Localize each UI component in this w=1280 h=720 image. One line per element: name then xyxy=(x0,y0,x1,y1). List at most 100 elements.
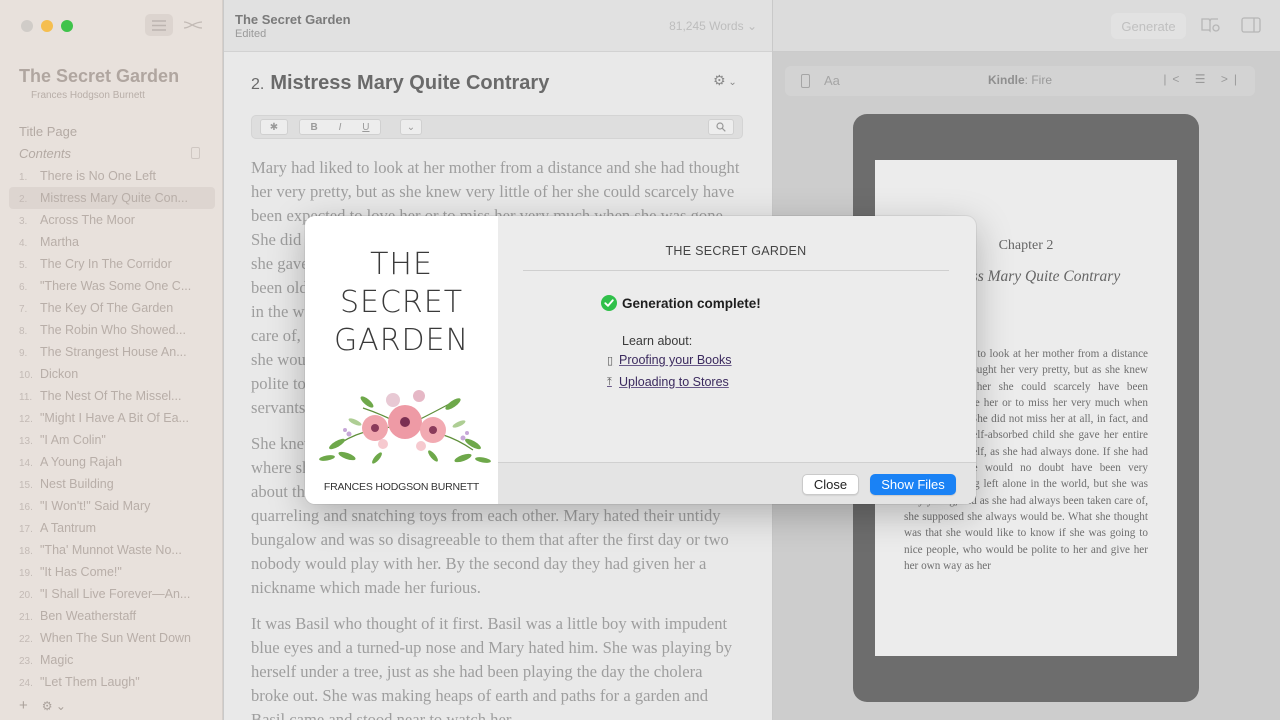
sidebar-chapter-item[interactable]: 12. "Might I Have A Bit Of Ea... xyxy=(9,407,215,429)
chapter-item-label: "Might I Have A Bit Of Ea... xyxy=(40,411,189,425)
sidebar-chapter-item[interactable]: 15. Nest Building xyxy=(9,473,215,495)
sidebar-book-title[interactable]: The Secret Garden xyxy=(19,66,179,87)
sidebar-item-title-page[interactable]: Title Page xyxy=(19,124,77,139)
sidebar-chapter-item[interactable]: 14. A Young Rajah xyxy=(9,451,215,473)
chapter-item-number: 15. xyxy=(19,480,33,491)
divider xyxy=(523,270,949,271)
chapter-item-label: There is No One Left xyxy=(40,169,157,183)
sidebar-chapter-item[interactable]: 7. The Key Of The Garden xyxy=(9,297,215,319)
sidebar-chapter-item[interactable]: 17. A Tantrum xyxy=(9,517,215,539)
chapter-item-number: 4. xyxy=(19,238,28,249)
sidebar-chapter-item[interactable]: 3. Across The Moor xyxy=(9,209,215,231)
chapter-number: 2. xyxy=(251,76,265,93)
sidebar-chapter-item[interactable]: 11. The Nest Of The Missel... xyxy=(9,385,215,407)
chapter-item-label: A Young Rajah xyxy=(40,455,123,469)
sidebar-chapter-item[interactable]: 23. Magic xyxy=(9,649,215,671)
paragraph: It was Basil who thought of it first. Ba… xyxy=(251,614,733,720)
sidebar-chapter-item[interactable]: 20. "I Shall Live Forever—An... xyxy=(9,583,215,605)
more-format-button[interactable]: ⌄ xyxy=(400,119,422,135)
sidebar-chapter-item[interactable]: 4. Martha xyxy=(9,231,215,253)
gear-icon: ⚙ xyxy=(713,72,726,88)
sidebar-format-button[interactable] xyxy=(182,16,204,34)
chapter-item-number: 21. xyxy=(19,612,33,623)
sidebar-chapter-item[interactable]: 1. There is No One Left xyxy=(9,165,215,187)
book-preview-button[interactable] xyxy=(1200,16,1222,34)
generate-button[interactable]: Generate xyxy=(1111,13,1186,39)
underline-button[interactable]: U xyxy=(362,122,369,133)
window-controls xyxy=(21,20,73,32)
chapter-item-number: 20. xyxy=(19,590,33,601)
sidebar-chapter-item[interactable]: 13. "I Am Colin" xyxy=(9,429,215,451)
bold-button[interactable]: B xyxy=(310,122,317,133)
phone-icon: ▯ xyxy=(607,354,614,367)
chapter-item-label: "Tha' Munnot Waste No... xyxy=(40,543,182,557)
sidebar-chapter-item[interactable]: 5. The Cry In The Corridor xyxy=(9,253,215,275)
word-count-menu[interactable]: 81,245 Words ⌄ xyxy=(669,19,757,33)
sidebar-chapter-item[interactable]: 9. The Strangest House An... xyxy=(9,341,215,363)
page-navigation[interactable]: |< ☰ >| xyxy=(1163,72,1243,86)
chapter-item-label: "Let Them Laugh" xyxy=(40,675,140,689)
close-button[interactable]: Close xyxy=(802,474,859,495)
sidebar-chapter-item[interactable]: 22. When The Sun Went Down xyxy=(9,627,215,649)
sidebar-chapter-item[interactable]: 19. "It Has Come!" xyxy=(9,561,215,583)
chapter-settings-button[interactable]: ⚙ ⌄ xyxy=(713,72,737,89)
chapter-item-label: Across The Moor xyxy=(40,213,135,227)
chevron-down-icon: ⌄ xyxy=(406,121,416,133)
upload-icon: ⤒ xyxy=(607,375,612,388)
sidebar-right-icon xyxy=(1241,17,1261,33)
proofing-books-link[interactable]: ▯ Proofing your Books xyxy=(607,353,732,367)
flower-bouquet-illustration xyxy=(319,390,491,464)
generation-status: Generation complete! xyxy=(601,295,761,311)
book-search-icon xyxy=(1201,18,1220,33)
sidebar-chapter-item[interactable]: 6. "There Was Some One C... xyxy=(9,275,215,297)
dialog-content: THE SECRET GARDEN Generation complete! L… xyxy=(498,216,976,462)
sidebar-chapter-item[interactable]: 10. Dickon xyxy=(9,363,215,385)
chapter-item-label: The Strangest House An... xyxy=(40,345,187,359)
chapter-item-number: 22. xyxy=(19,634,33,645)
chapter-item-label: "There Was Some One C... xyxy=(40,279,192,293)
show-files-button[interactable]: Show Files xyxy=(870,474,956,495)
chapter-list: 1. There is No One Left 2. Mistress Mary Qu… xyxy=(9,165,215,693)
sidebar-list-toggle-button[interactable] xyxy=(145,14,173,36)
text-style-group: B I U xyxy=(299,119,381,135)
sidebar-chapter-item[interactable]: 2. Mistress Mary Quite Con... xyxy=(9,187,215,209)
search-button[interactable] xyxy=(708,119,734,135)
chapter-item-label: Ben Weatherstaff xyxy=(40,609,137,623)
minimize-window-button[interactable] xyxy=(41,20,53,32)
style-menu-button[interactable]: ✱ xyxy=(260,119,288,135)
chapter-item-number: 1. xyxy=(19,172,28,183)
chapter-item-label: Nest Building xyxy=(40,477,114,491)
sidebar-chapter-item[interactable]: 8. The Robin Who Showed... xyxy=(9,319,215,341)
generation-status-text: Generation complete! xyxy=(622,295,761,311)
add-chapter-button[interactable]: + xyxy=(19,697,28,714)
word-count-label: 81,245 Words xyxy=(669,19,744,33)
chapter-item-number: 14. xyxy=(19,458,33,469)
uploading-stores-link[interactable]: ⤒ Uploading to Stores xyxy=(607,375,729,389)
sidebar-chapter-item[interactable]: 24. "Let Them Laugh" xyxy=(9,671,215,693)
italic-button[interactable]: I xyxy=(339,122,342,133)
editor-header: The Secret Garden Edited 81,245 Words ⌄ xyxy=(224,0,772,52)
chapter-item-number: 18. xyxy=(19,546,33,557)
contents-header: Contents xyxy=(19,146,72,161)
chevron-down-icon: ⌄ xyxy=(746,19,757,33)
toggle-preview-button[interactable] xyxy=(1240,16,1262,34)
document-status: Edited xyxy=(235,28,267,40)
chapter-item-label: Martha xyxy=(40,235,79,249)
cover-title-line: SECRET xyxy=(339,285,464,320)
sidebar-chapter-item[interactable]: 16. "I Won't!" Said Mary xyxy=(9,495,215,517)
chapter-item-number: 10. xyxy=(19,370,33,381)
search-icon xyxy=(716,122,726,132)
settings-menu-button[interactable]: ⚙ ⌄ xyxy=(42,699,66,713)
close-window-button[interactable] xyxy=(21,20,33,32)
sidebar-chapter-item[interactable]: 21. Ben Weatherstaff xyxy=(9,605,215,627)
maximize-window-button[interactable] xyxy=(61,20,73,32)
chapter-item-label: Mistress Mary Quite Con... xyxy=(40,191,188,205)
contents-device-icon[interactable] xyxy=(191,147,200,159)
sidebar-chapter-item[interactable]: 18. "Tha' Munnot Waste No... xyxy=(9,539,215,561)
chapter-item-number: 17. xyxy=(19,524,33,535)
chapter-item-number: 13. xyxy=(19,436,33,447)
chapter-item-number: 6. xyxy=(19,282,28,293)
chapter-heading[interactable]: 2. Mistress Mary Quite Contrary xyxy=(251,72,549,95)
chapter-item-label: The Robin Who Showed... xyxy=(40,323,186,337)
chapter-item-label: Dickon xyxy=(40,367,79,381)
